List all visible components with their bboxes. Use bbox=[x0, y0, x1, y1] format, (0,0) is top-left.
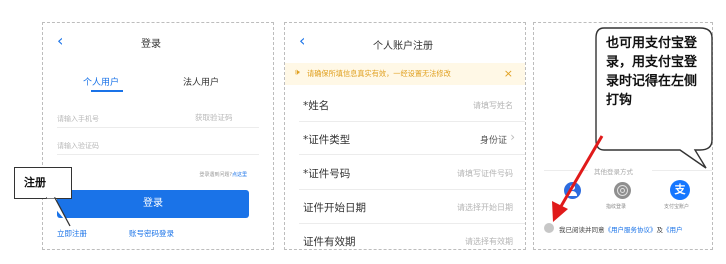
red-arrow-icon bbox=[552, 135, 604, 222]
